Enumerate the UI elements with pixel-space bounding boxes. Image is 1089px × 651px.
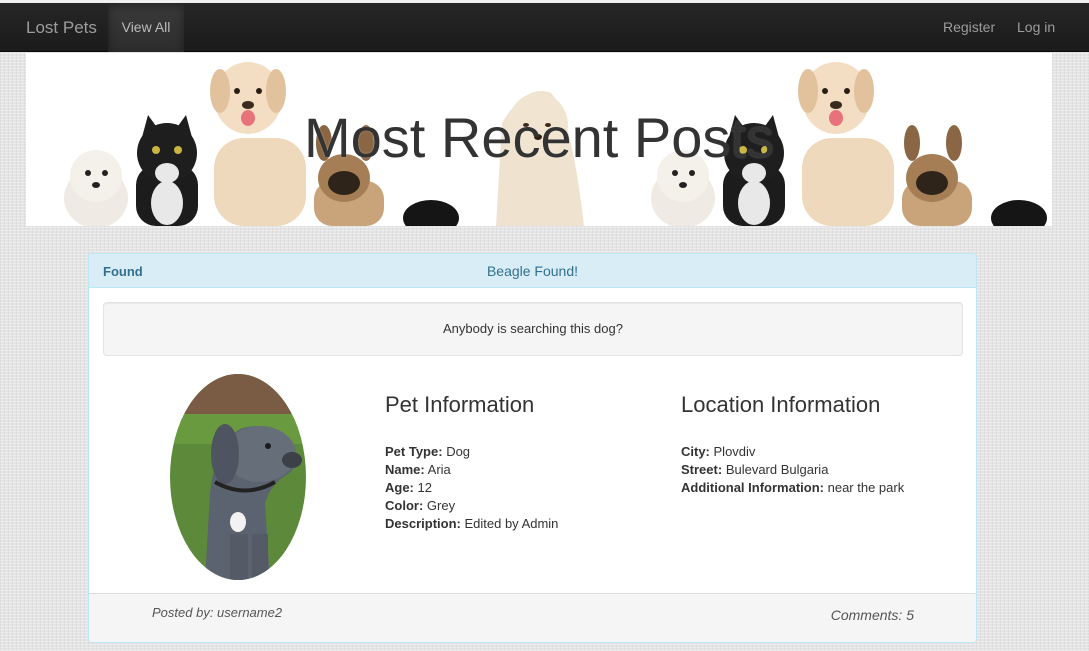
pet-age-label: Age: [385, 480, 414, 495]
pet-type-row: Pet Type: Dog [385, 443, 558, 461]
location-info-heading: Location Information [681, 392, 881, 417]
pet-info-heading: Pet Information [385, 392, 535, 417]
posted-by: Posted by: username2 [152, 605, 283, 620]
pet-color-row: Color: Grey [385, 497, 558, 515]
post-footer: Posted by: username2 Comments: 5 [89, 593, 976, 642]
post-heading: Found Beagle Found! [89, 254, 976, 288]
page-title: Most Recent Posts [304, 106, 774, 169]
pet-name-label: Name: [385, 462, 425, 477]
pet-type-value: Dog [446, 444, 471, 459]
pet-photo [170, 374, 306, 580]
nav-register[interactable]: Register [943, 3, 995, 52]
nav-view-all[interactable]: View All [108, 3, 184, 52]
navbar: Lost Pets View All Register Log in [0, 3, 1089, 52]
pet-age-row: Age: 12 [385, 479, 558, 497]
pet-color-value: Grey [426, 498, 456, 513]
additional-info-label: Additional Information: [681, 480, 824, 495]
city-row: City: Plovdiv [681, 443, 904, 461]
black-puppy-illustration [403, 200, 459, 226]
pet-description-value: Edited by Admin [464, 516, 559, 531]
brand-link[interactable]: Lost Pets [26, 18, 97, 38]
post-panel: Found Beagle Found! Anybody is searching… [88, 253, 977, 643]
pet-name-value: Aria [427, 462, 451, 477]
header-banner: Most Recent Posts [26, 53, 1052, 226]
pet-info-list: Pet Type: Dog Name: Aria Age: 12 Color: … [385, 443, 558, 533]
pet-type-label: Pet Type: [385, 444, 443, 459]
pet-name-row: Name: Aria [385, 461, 558, 479]
additional-info-row: Additional Information: near the park [681, 479, 904, 497]
street-label: Street: [681, 462, 723, 477]
city-value: Plovdiv [713, 444, 756, 459]
nav-login[interactable]: Log in [1017, 3, 1055, 52]
street-row: Street: Bulevard Bulgaria [681, 461, 904, 479]
pet-color-label: Color: [385, 498, 424, 513]
comments-link[interactable]: Comments: 5 [831, 607, 914, 623]
location-info-list: City: Plovdiv Street: Bulevard Bulgaria … [681, 443, 904, 497]
street-value: Bulevard Bulgaria [725, 462, 829, 477]
pet-description-label: Description: [385, 516, 461, 531]
additional-info-value: near the park [827, 480, 905, 495]
pet-age-value: 12 [417, 480, 432, 495]
pet-description-row: Description: Edited by Admin [385, 515, 558, 533]
black-puppy-illustration-2 [991, 200, 1047, 226]
city-label: City: [681, 444, 710, 459]
post-description: Anybody is searching this dog? [103, 302, 963, 356]
post-title[interactable]: Beagle Found! [89, 263, 976, 279]
